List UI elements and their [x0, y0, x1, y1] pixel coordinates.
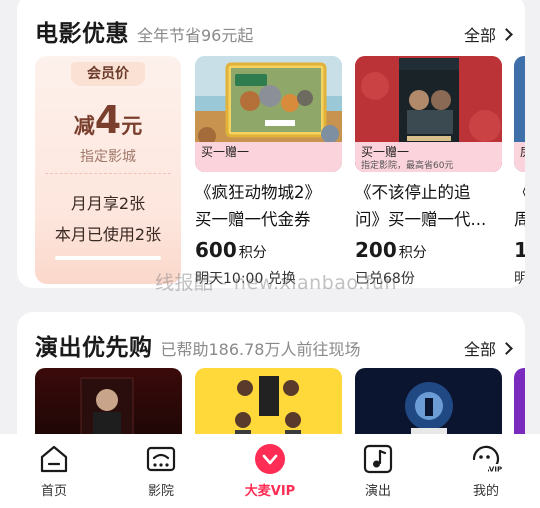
chevron-right-icon: [500, 341, 513, 355]
offer-title: 《疯狂动物城2》: [195, 183, 321, 202]
coupon-usage-bar: [55, 256, 161, 260]
section-title: 演出优先购: [35, 335, 153, 361]
movie-offer-card[interactable]: 买一赠一 《疯狂动物城2》 买一赠一代金券 600 积分 明天10:00 兑换: [195, 56, 342, 288]
movie-offers-section: 电影优惠 全年节省96元起 全部 会员价 减4元 指定影城 月月享2张 本月已使…: [17, 0, 525, 288]
movie-offer-card[interactable]: 房 《 周 1 明: [514, 56, 525, 288]
view-all-movies-link[interactable]: 全部: [463, 22, 513, 46]
offer-price: 200 积分: [355, 238, 502, 262]
offer-title-line2: 周: [514, 210, 525, 229]
chevron-right-icon: [500, 27, 513, 41]
member-coupon-card[interactable]: 会员价 减4元 指定影城 月月享2张 本月已使用2张: [35, 56, 181, 284]
profile-vip-icon: VIP: [472, 445, 502, 474]
show-section-header: 演出优先购 已帮助186.78万人前往现场 全部: [35, 328, 513, 362]
tab-label: 我的: [472, 484, 499, 499]
section-subtitle: 全年节省96元起: [137, 26, 254, 45]
coupon-tag: 会员价: [71, 62, 145, 86]
movie-section-header: 电影优惠 全年节省96元起 全部: [35, 14, 513, 48]
movie-poster: 买一赠一 指定影院，最高省60元: [355, 56, 502, 172]
coupon-suffix: 元: [121, 114, 143, 138]
movie-offer-card[interactable]: 买一赠一 指定影院，最高省60元 《不该停止的追 问》买一赠一代... 200 积…: [355, 56, 502, 288]
tab-home[interactable]: 首页: [24, 442, 84, 499]
tab-label: 首页: [40, 484, 67, 499]
offer-title: 《: [514, 180, 525, 205]
tab-label: 影院: [147, 484, 174, 499]
bottom-tab-bar: 首页 影院 大麦VIP 演出 VIP 我的: [0, 434, 540, 508]
coupon-note: 指定影城: [80, 149, 136, 165]
price-unit: 积分: [398, 245, 427, 261]
offer-price: 600 积分: [195, 238, 342, 262]
section-title: 电影优惠: [35, 21, 129, 47]
coupon-monthly-quota: 月月享2张: [70, 194, 146, 213]
tab-label: 大麦VIP: [244, 484, 296, 499]
section-subtitle: 已帮助186.78万人前往现场: [160, 340, 361, 359]
price-unit: 积分: [238, 245, 267, 261]
offer-badge: 房: [520, 143, 525, 160]
tab-profile[interactable]: VIP 我的: [456, 442, 516, 499]
tab-cinema[interactable]: 影院: [131, 442, 191, 499]
movie-poster: 买一赠一: [195, 56, 342, 172]
watermark: 线报酷 - new.xianbao.fun: [155, 272, 398, 294]
price-value: 200: [355, 238, 397, 262]
coupon-amount: 减4元: [35, 98, 181, 142]
cinema-icon: [146, 446, 176, 472]
offer-status: 明: [514, 271, 525, 287]
coupon-value: 4: [94, 98, 122, 142]
offer-title-line2: 买一赠一代金券: [195, 210, 311, 229]
offer-badge-note: 指定影院，最高省60元: [361, 161, 454, 171]
coupon-divider: [45, 173, 171, 174]
price-value: 1: [514, 238, 525, 262]
heart-icon: [255, 444, 285, 474]
view-all-label: 全部: [463, 26, 496, 45]
tab-vip[interactable]: 大麦VIP: [240, 442, 300, 499]
coupon-prefix: 减: [73, 114, 95, 138]
offer-title: 《不该停止的追: [355, 183, 471, 202]
svg-text:VIP: VIP: [489, 466, 502, 474]
movie-poster: 房: [514, 56, 525, 172]
offer-price: 1: [514, 238, 525, 262]
view-all-shows-link[interactable]: 全部: [463, 336, 513, 360]
tab-shows[interactable]: 演出: [348, 442, 408, 499]
home-icon: [40, 445, 68, 473]
view-all-label: 全部: [463, 340, 496, 359]
coupon-used-count: 本月已使用2张: [54, 225, 162, 244]
tab-label: 演出: [364, 484, 391, 499]
offer-badge: 买一赠一: [201, 145, 250, 159]
offer-title-line2: 问》买一赠一代...: [355, 210, 487, 229]
music-note-icon: [363, 444, 393, 474]
price-value: 600: [195, 238, 237, 262]
